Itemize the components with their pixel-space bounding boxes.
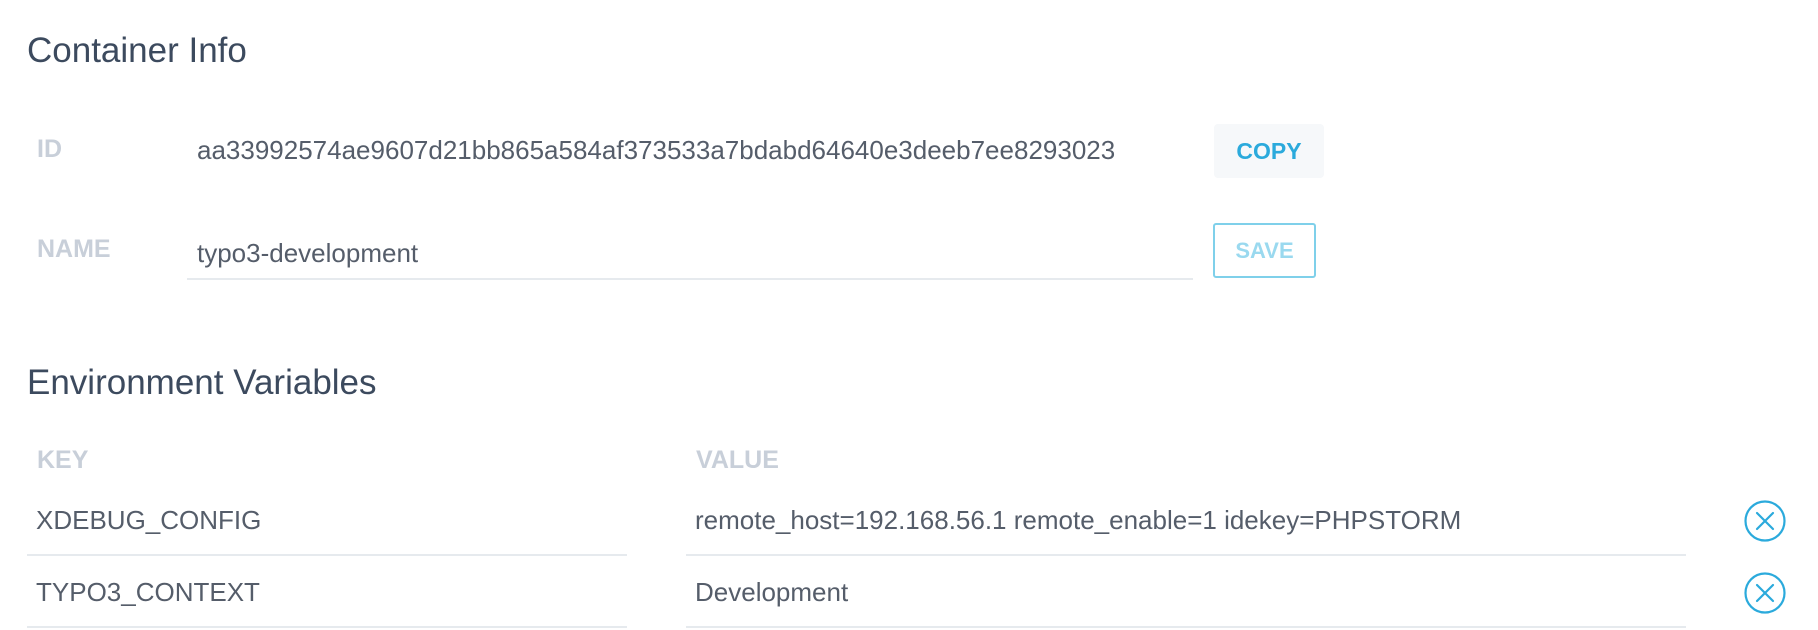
circle-x-icon <box>1744 500 1786 542</box>
id-label: ID <box>37 135 62 163</box>
remove-env-button[interactable] <box>1744 572 1786 614</box>
container-id-value: aa33992574ae9607d21bb865a584af373533a7bd… <box>197 135 1116 165</box>
env-key-field[interactable]: XDEBUG_CONFIG <box>27 486 627 556</box>
value-column-header: VALUE <box>696 446 779 474</box>
name-label: NAME <box>37 235 111 263</box>
env-value-field[interactable]: Development <box>686 558 1686 628</box>
save-button[interactable]: SAVE <box>1213 223 1316 278</box>
env-row: XDEBUG_CONFIG remote_host=192.168.56.1 r… <box>0 486 1818 556</box>
copy-button[interactable]: COPY <box>1214 124 1324 178</box>
env-row: TYPO3_CONTEXT Development <box>0 558 1818 628</box>
environment-variables-title: Environment Variables <box>27 363 377 402</box>
container-name-input[interactable] <box>187 228 1193 280</box>
container-info-title: Container Info <box>27 31 247 70</box>
key-column-header: KEY <box>37 446 89 474</box>
remove-env-button[interactable] <box>1744 500 1786 542</box>
circle-x-icon <box>1744 572 1786 614</box>
env-key-field[interactable]: TYPO3_CONTEXT <box>27 558 627 628</box>
env-value-field[interactable]: remote_host=192.168.56.1 remote_enable=1… <box>686 486 1686 556</box>
